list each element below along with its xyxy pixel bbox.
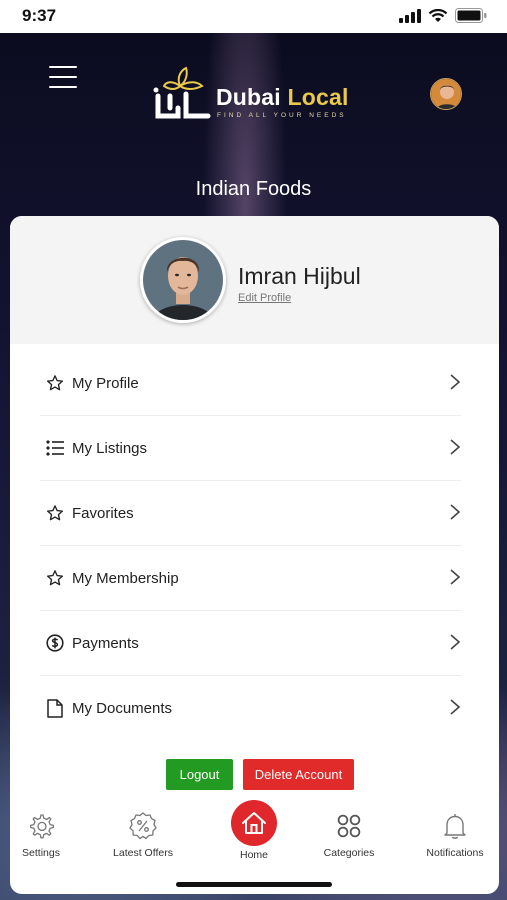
logo-tagline: FIND ALL YOUR NEEDS (217, 112, 347, 119)
battery-icon (455, 8, 487, 23)
hamburger-line (49, 86, 77, 88)
edit-profile-link[interactable]: Edit Profile (238, 292, 291, 304)
star-icon (44, 567, 66, 589)
profile-card: Imran Hijbul Edit Profile My Profile My … (10, 216, 499, 894)
chevron-right-icon (450, 634, 461, 650)
menu-item-my-documents[interactable]: My Documents (40, 676, 461, 741)
menu-item-my-listings[interactable]: My Listings (40, 416, 461, 481)
document-icon (44, 698, 66, 720)
status-bar: 9:37 (0, 0, 507, 33)
status-time: 9:37 (22, 6, 57, 25)
hamburger-line (49, 76, 77, 78)
list-icon (44, 437, 66, 459)
nav-item-settings[interactable]: Settings (18, 808, 64, 859)
chevron-right-icon (450, 569, 461, 585)
nav-label: Home (239, 849, 268, 861)
menu-item-favorites[interactable]: Favorites (40, 481, 461, 546)
chevron-right-icon (450, 699, 461, 715)
logo-brand-word-1: Dubai (216, 84, 281, 110)
logo-brand-word-2: Local (287, 84, 349, 110)
delete-account-button[interactable]: Delete Account (243, 759, 354, 790)
home-indicator-bar (176, 882, 332, 887)
bell-icon (443, 808, 467, 844)
menu-hamburger-button[interactable] (49, 66, 77, 88)
chevron-right-icon (450, 374, 461, 390)
nav-label: Categories (323, 847, 375, 859)
header-avatar-image (431, 79, 461, 109)
nav-item-notifications[interactable]: Notifications (420, 808, 490, 859)
menu-item-label: My Profile (72, 374, 139, 392)
nav-item-latest-offers[interactable]: Latest Offers (108, 808, 178, 859)
status-icons (399, 8, 487, 23)
wifi-icon (428, 8, 448, 22)
discount-icon (128, 808, 158, 844)
nav-label: Notifications (426, 847, 484, 859)
star-icon (44, 372, 66, 394)
app-logo: Dubai Local FIND ALL YOUR NEEDS (150, 66, 365, 124)
menu-item-payments[interactable]: Payments (40, 611, 461, 676)
header-avatar-button[interactable] (430, 78, 462, 110)
menu-item-label: My Listings (72, 439, 148, 457)
profile-avatar[interactable] (140, 237, 226, 323)
chevron-right-icon (450, 439, 461, 455)
nav-item-categories[interactable]: Categories (318, 808, 380, 859)
chevron-right-icon (450, 504, 461, 520)
star-icon (44, 502, 66, 524)
profile-name: Imran Hijbul (238, 263, 361, 289)
account-actions: Logout Delete Account (166, 759, 354, 790)
profile-avatar-image (143, 240, 223, 320)
nav-label: Latest Offers (113, 847, 173, 859)
account-menu: My Profile My Listings Favorites My Memb… (40, 351, 461, 741)
home-icon (231, 800, 277, 846)
screen-title: Indian Foods (195, 178, 312, 200)
profile-header: Imran Hijbul Edit Profile (10, 216, 499, 344)
menu-item-my-profile[interactable]: My Profile (40, 351, 461, 416)
logo-mark-icon (153, 66, 211, 119)
logo-brand-text: Dubai Local (216, 84, 349, 111)
dollar-icon (44, 632, 66, 654)
gear-icon (27, 808, 55, 844)
nav-item-home[interactable]: Home (231, 800, 277, 861)
menu-item-label: My Membership (72, 569, 179, 587)
menu-item-label: My Documents (72, 700, 173, 717)
logout-button[interactable]: Logout (166, 759, 233, 790)
cellular-signal-icon (399, 8, 421, 23)
grid-icon (336, 808, 362, 844)
hamburger-line (49, 66, 77, 68)
menu-item-my-membership[interactable]: My Membership (40, 546, 461, 611)
bottom-nav: Settings Latest Offers Home Categories N… (10, 800, 499, 878)
menu-item-label: Favorites (72, 504, 134, 522)
nav-label: Settings (22, 847, 60, 859)
menu-item-label: Payments (72, 634, 139, 652)
